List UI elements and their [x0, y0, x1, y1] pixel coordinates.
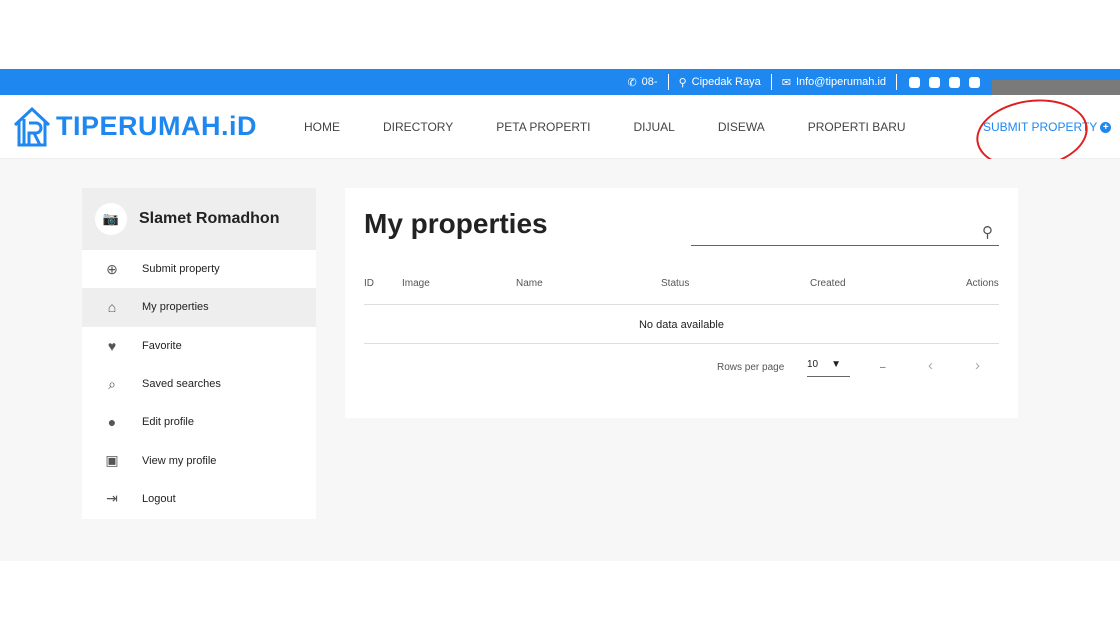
- instagram-icon[interactable]: [949, 76, 960, 88]
- profile-header: 📷 Slamet Romadhon: [82, 188, 316, 250]
- logo[interactable]: TIPERUMAH.iD: [12, 105, 257, 147]
- email-contact[interactable]: ✉ Info@tiperumah.id: [772, 74, 897, 90]
- sidebar-item-submit-property[interactable]: ⊕ Submit property: [82, 250, 316, 288]
- camera-icon[interactable]: 📷: [95, 203, 127, 235]
- nav-peta-properti[interactable]: PETA PROPERTI: [496, 120, 590, 134]
- rows-per-page-label: Rows per page: [717, 362, 785, 373]
- page-title: My properties: [364, 208, 548, 239]
- sidebar: 📷 Slamet Romadhon ⊕ Submit property ⌂ My pro…: [82, 188, 316, 519]
- mail-icon: ✉: [781, 76, 791, 89]
- nav-dijual[interactable]: DIJUAL: [634, 120, 675, 134]
- sidebar-item-view-my-profile[interactable]: ▣ View my profile: [82, 441, 316, 479]
- nav-disewa[interactable]: DISEWA: [718, 120, 765, 134]
- properties-card: My properties ⚲ ID Image Name Status Cre…: [345, 188, 1018, 418]
- location-contact[interactable]: ⚲ Cipedak Raya: [669, 74, 772, 90]
- menu-icon: ▣: [105, 452, 119, 469]
- phone-contact[interactable]: ✆ 08-: [617, 74, 669, 90]
- page-range: –: [880, 362, 886, 373]
- site-header: TIPERUMAH.iD HOME DIRECTORY PETA PROPERT…: [0, 95, 1120, 159]
- location-pin-icon: ⚲: [678, 76, 687, 89]
- caret-down-icon: ▼: [831, 359, 841, 370]
- main-nav: HOME DIRECTORY PETA PROPERTI DIJUAL DISE…: [304, 120, 949, 134]
- facebook-icon[interactable]: [909, 76, 920, 88]
- twitter-icon[interactable]: [929, 76, 940, 88]
- menu-icon: ⌕: [108, 375, 116, 392]
- phone-icon: ✆: [627, 76, 637, 89]
- sidebar-item-favorite[interactable]: ♥ Favorite: [82, 327, 316, 365]
- sidebar-item-logout[interactable]: ⇥ Logout: [82, 480, 316, 518]
- search-input[interactable]: ⚲: [691, 222, 999, 246]
- linkedin-icon[interactable]: [969, 76, 980, 88]
- menu-icon: ⊕: [106, 260, 118, 277]
- empty-message: No data available: [638, 319, 724, 331]
- search-icon[interactable]: ⚲: [982, 223, 993, 241]
- col-status[interactable]: Status: [661, 278, 689, 289]
- nav-properti-baru[interactable]: PROPERTI BARU: [808, 120, 906, 134]
- col-created[interactable]: Created: [810, 278, 846, 289]
- col-actions[interactable]: Actions: [966, 278, 999, 289]
- prev-page-icon[interactable]: ‹: [928, 357, 933, 374]
- sidebar-item-my-properties[interactable]: ⌂ My properties: [82, 288, 316, 327]
- col-name[interactable]: Name: [516, 278, 543, 289]
- sidebar-item-edit-profile[interactable]: ● Edit profile: [82, 403, 316, 441]
- menu-icon: ♥: [107, 337, 117, 354]
- divider: [364, 343, 999, 344]
- menu-icon: ●: [107, 414, 117, 431]
- nav-directory[interactable]: DIRECTORY: [383, 120, 453, 134]
- sidebar-item-saved-searches[interactable]: ⌕ Saved searches: [82, 365, 316, 403]
- menu-icon: ⇥: [106, 490, 118, 507]
- top-info-bar: ✆ 08- ⚲ Cipedak Raya ✉ Info@tiperumah.id: [0, 69, 1120, 98]
- col-image[interactable]: Image: [402, 278, 430, 289]
- plus-circle-icon: +: [1100, 121, 1112, 133]
- col-id[interactable]: ID: [364, 278, 374, 289]
- menu-icon: ⌂: [107, 299, 117, 316]
- house-logo-icon: [13, 106, 51, 147]
- rows-per-page-select[interactable]: 10 ▼: [807, 359, 850, 377]
- main-area: 📷 Slamet Romadhon ⊕ Submit property ⌂ My pro…: [0, 159, 1120, 561]
- divider: [364, 304, 999, 305]
- next-page-icon[interactable]: ›: [975, 357, 980, 374]
- nav-home[interactable]: HOME: [304, 120, 340, 134]
